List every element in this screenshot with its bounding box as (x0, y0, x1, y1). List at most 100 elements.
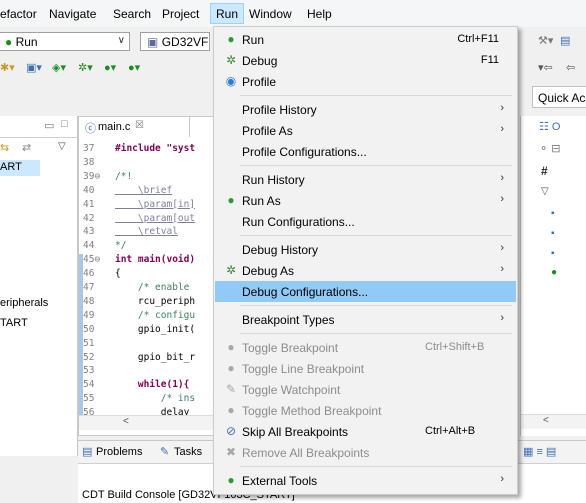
menu-help[interactable]: Help (307, 7, 332, 21)
code-text: int main(void) (115, 254, 196, 266)
profile-icon: ◉ (225, 74, 237, 88)
minimize-icon[interactable]: ▭ (44, 119, 54, 132)
link-icon[interactable]: ⇄ (22, 141, 31, 154)
build-icon[interactable]: ◈▾ (52, 60, 66, 76)
menu-item-label: Debug As (242, 264, 295, 278)
outline-scrollbar[interactable]: < (521, 414, 586, 429)
launch-mode-label: Run (15, 35, 38, 49)
menu-item-run-configurations[interactable]: Run Configurations... (215, 211, 516, 232)
menu-item-profile-history[interactable]: Profile History › (215, 99, 516, 120)
menu-search[interactable]: Search (113, 7, 151, 21)
menu-shortcut: Ctrl+F11 (457, 33, 499, 45)
line-number: 44 (83, 240, 95, 252)
menu-item-run[interactable]: ● Run Ctrl+F11 (215, 29, 516, 50)
submenu-arrow-icon: › (500, 312, 504, 324)
menu-bar: efactor Navigate Search Project Run Wind… (0, 0, 586, 27)
menu-project[interactable]: Project (162, 7, 199, 21)
problems-icon: ▤ (82, 446, 93, 458)
maximize-icon[interactable]: □ (61, 118, 68, 130)
config-icon: ▣ (147, 35, 159, 49)
menu-separator (240, 333, 512, 334)
menu-item-label: Run Configurations... (242, 215, 355, 229)
code-text: \retval (115, 226, 178, 238)
menu-item-profile[interactable]: ◉ Profile (215, 71, 516, 92)
code-text: gpio_init( (115, 323, 196, 335)
run-icon: ● (227, 32, 235, 46)
launch-target-label: GD32VF1 (161, 35, 210, 49)
toggle-line-breakpoint-icon: ● (227, 361, 235, 375)
menu-item-label: Run As (242, 194, 281, 208)
menu-shortcut: Ctrl+Alt+B (425, 425, 476, 437)
submenu-arrow-icon: › (500, 473, 504, 485)
code-text: gpio_bit_r (115, 351, 196, 363)
menu-item-debug-history[interactable]: Debug History › (215, 239, 516, 260)
menu-item-external-tools[interactable]: ● External Tools › (215, 470, 516, 491)
external-tools-icon[interactable]: ●▾ (128, 60, 140, 76)
collapse-icon[interactable]: ⇆ (0, 141, 9, 154)
menu-separator (240, 95, 512, 96)
menu-item-skip-all-breakpoints[interactable]: ⊘ Skip All Breakpoints Ctrl+Alt+B (215, 421, 516, 442)
code-text: #include "syst (115, 143, 196, 154)
console-icon[interactable]: ▦ ≡ ▤ (523, 445, 556, 458)
launch-mode-combo[interactable]: ● Run ∨ (0, 32, 130, 51)
launch-target-combo[interactable]: ▣ GD32VF1 (140, 32, 210, 51)
view-menu-icon[interactable]: ▽ (58, 141, 66, 152)
submenu-arrow-icon: › (500, 102, 504, 114)
menu-item-label: Run (242, 33, 265, 47)
filter-icon[interactable]: ⚬ ⊟ (539, 142, 561, 155)
tools-icon[interactable]: ⚒▾ (538, 33, 553, 49)
line-number: 42 (83, 212, 95, 224)
menu-item-label: Profile History (242, 103, 317, 117)
submenu-arrow-icon: › (500, 242, 504, 254)
scroll-left-icon[interactable]: < (123, 416, 129, 427)
close-icon[interactable]: ☒ (135, 120, 144, 131)
file-icon[interactable]: ▤ (560, 33, 570, 49)
tab-problems[interactable]: Problems (96, 446, 142, 458)
line-number: 55 (83, 393, 95, 405)
back-icon[interactable]: ⇦ (566, 60, 575, 76)
menu-item-label: Profile (242, 75, 277, 89)
outline-panel: ☷ O ⚬ ⊟ # ▽ ▪ ▪ ▪ ● < (520, 116, 586, 436)
scroll-left-icon[interactable]: < (543, 415, 549, 426)
expand-icon[interactable]: ▽ (541, 186, 549, 197)
nav-icon[interactable]: ▾⇦ (538, 60, 553, 76)
chevron-down-icon: ∨ (117, 35, 125, 46)
menu-item-label: Profile Configurations... (242, 145, 367, 159)
code-text: /* ins (115, 393, 196, 405)
new-class-icon[interactable]: ▣▾ (26, 60, 42, 76)
quick-access-input[interactable]: Quick Ac (532, 86, 586, 108)
menu-separator (240, 305, 512, 306)
menu-window[interactable]: Window (249, 7, 292, 21)
menu-item-label: Skip All Breakpoints (242, 425, 349, 439)
menu-item-debug-configurations[interactable]: Debug Configurations... (215, 281, 516, 302)
menu-item-run-history[interactable]: Run History › (215, 169, 516, 190)
new-icon[interactable]: ✱▾ (0, 60, 15, 76)
tree-item-start[interactable]: TART (0, 317, 28, 329)
menu-item-debug-as[interactable]: ✲ Debug As › (215, 260, 516, 281)
menu-item-run-as[interactable]: ● Run As › (215, 190, 516, 211)
menu-navigate[interactable]: Navigate (49, 7, 96, 21)
tab-main-c[interactable]: ⓒ main.c ☒ (79, 117, 190, 137)
tree-item-peripherals[interactable]: eripherals (0, 297, 48, 309)
line-number: 49 (83, 309, 95, 321)
code-text: \param[out (115, 212, 196, 224)
external-tools-icon: ● (227, 473, 235, 487)
run-menu: ● Run Ctrl+F11 ✲ Debug F11 ◉ Profile Profile His… (213, 26, 518, 495)
menu-item-label: Profile As (242, 124, 293, 138)
debug-icon[interactable]: ✲▾ (78, 60, 93, 76)
remove-breakpoints-icon: ✖ (225, 445, 237, 459)
run-icon: ● (5, 35, 13, 49)
menu-refactor[interactable]: efactor (0, 7, 37, 21)
submenu-arrow-icon: › (500, 193, 504, 205)
menu-item-profile-as[interactable]: Profile As › (215, 120, 516, 141)
code-text: \param[in] (115, 198, 196, 210)
tab-tasks[interactable]: Tasks (174, 446, 202, 458)
menu-run[interactable]: Run (210, 3, 245, 24)
menu-item-debug[interactable]: ✲ Debug F11 (215, 50, 516, 71)
menu-item-breakpoint-types[interactable]: Breakpoint Types › (215, 309, 516, 330)
tree-item-selected[interactable]: ART (0, 160, 40, 176)
menu-item-profile-configurations[interactable]: Profile Configurations... (215, 141, 516, 162)
menu-item-toggle-breakpoint: ● Toggle Breakpoint Ctrl+Shift+B (215, 337, 516, 358)
tab-label: main.c (98, 121, 131, 133)
run-icon[interactable]: ●▾ (104, 60, 116, 76)
